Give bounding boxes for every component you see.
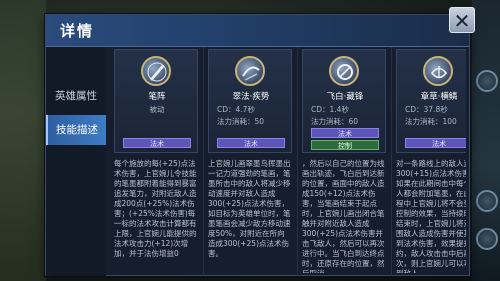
skill-name: 翠法·疾势: [232, 92, 270, 102]
column-divider: [391, 47, 392, 276]
skill-cooldown: CD：4.7秒: [217, 105, 255, 114]
tab-skill-description[interactable]: 技能描述: [46, 115, 106, 145]
skill-tag-magic: 法术: [123, 138, 191, 148]
skill-button-icon[interactable]: [476, 190, 498, 212]
skill-button-icon[interactable]: [476, 70, 498, 92]
column-divider: [297, 47, 298, 276]
panel-title: 详情: [60, 22, 95, 40]
skill-name: 笔阵: [148, 92, 166, 102]
skill-description: 上官婉儿画翠墨鸟挥墨出一记力道强劲的笔画，笔墨所击中的敌人将减少移动速度并对敌人…: [208, 159, 291, 258]
game-scene-right: [472, 0, 500, 281]
skill-description: ，然后以自己的位置为线画出轨迹，飞白后到达新的位置，画面中的敌人造成150(+1…: [302, 159, 385, 273]
panel-header: 详情: [46, 15, 469, 47]
skill-card-2[interactable]: 飞白·藏锋 CD：1.4秒 法力消耗：60 法术 控制: [302, 49, 386, 153]
skill-tag-control: 控制: [311, 140, 379, 150]
skill-card-1[interactable]: 翠法·疾势 CD：4.7秒 法力消耗：50 法术: [208, 49, 292, 153]
scale-script-skill-icon: [423, 56, 453, 86]
skill-type: 被动: [149, 105, 165, 114]
close-icon: ✕: [453, 9, 471, 33]
tab-hero-attributes[interactable]: 英雄属性: [46, 81, 106, 111]
skill-description: 对一条路线上的敌人造成300(+15)点法术伤害，如果在此期间击中每个敌人都会附…: [396, 159, 466, 273]
game-scene-left: [0, 0, 46, 281]
tab-label: 英雄属性: [55, 90, 97, 102]
skill-mana-cost: 法力消耗：100: [405, 117, 457, 126]
skill-name: 章草·横鳞: [420, 92, 458, 102]
skills-content: 笔阵 被动 法术 每个施放的每(+25)点法术伤害，上官婉儿令技能的笔墨都附着能…: [114, 47, 466, 276]
tab-label: 技能描述: [56, 124, 98, 136]
close-button[interactable]: ✕: [449, 7, 475, 33]
column-divider: [203, 47, 204, 276]
brush-skill-icon: [141, 56, 171, 86]
skill-card-passive[interactable]: 笔阵 被动 法术: [114, 49, 198, 153]
details-panel: 详情 ✕ 英雄属性 技能描述 笔阵 被动 法术 每个施放的每(+25)点法术伤害…: [45, 7, 475, 276]
skill-button-icon[interactable]: [476, 228, 498, 250]
flying-brush-skill-icon: [329, 56, 359, 86]
skill-mana-cost: 法力消耗：60: [311, 117, 359, 126]
sidebar: 英雄属性 技能描述: [46, 47, 106, 276]
skill-tag-magic: 法术: [217, 138, 285, 148]
skill-cooldown: CD：1.4秒: [311, 105, 349, 114]
ink-stroke-skill-icon: [235, 56, 265, 86]
skill-tag-magic: 法术: [405, 138, 466, 148]
skill-name: 飞白·藏锋: [326, 92, 364, 102]
skill-mana-cost: 法力消耗：50: [217, 117, 265, 126]
skill-description: 每个施放的每(+25)点法术伤害，上官婉儿令技能的笔墨都附着能得到暴富追发笔力，…: [114, 159, 197, 258]
skill-card-ultimate[interactable]: 章草·横鳞 CD：37.8秒 法力消耗：100 法术: [396, 49, 466, 153]
skill-cooldown: CD：37.8秒: [405, 105, 448, 114]
skill-tag-magic: 法术: [311, 128, 379, 138]
